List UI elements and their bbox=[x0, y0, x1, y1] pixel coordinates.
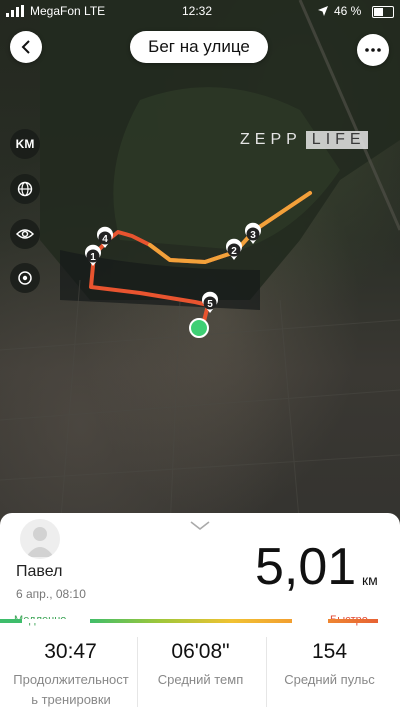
globe-icon bbox=[17, 181, 33, 197]
locate-button[interactable] bbox=[10, 263, 40, 293]
stat-avg-heart-rate-label: Средний пульс bbox=[284, 672, 375, 687]
locate-icon bbox=[18, 271, 32, 285]
collapse-chevron-icon[interactable] bbox=[190, 521, 210, 531]
watermark-life: LIFE bbox=[305, 131, 368, 149]
back-arrow-icon bbox=[21, 40, 30, 54]
stat-duration: 30:47 Продолжительность тренировки bbox=[4, 640, 137, 710]
stat-avg-pace-value: 06'08" bbox=[171, 640, 230, 663]
user-name: Павел bbox=[16, 563, 63, 580]
km-marker-3[interactable]: 3 bbox=[245, 222, 261, 244]
svg-text:1: 1 bbox=[90, 252, 96, 263]
user-silhouette-icon bbox=[26, 527, 54, 557]
pace-gradient-bar bbox=[0, 619, 400, 623]
more-dots-icon bbox=[365, 48, 381, 52]
zepp-life-watermark: ZEPP LIFE bbox=[240, 131, 368, 149]
start-point-marker bbox=[189, 318, 209, 338]
route-map[interactable]: 1 2 3 4 5 ZEPP LIFE KM bbox=[0, 0, 400, 530]
stat-duration-value: 30:47 bbox=[44, 640, 97, 663]
km-marker-5[interactable]: 5 bbox=[202, 291, 218, 313]
page-title: Бег на улице bbox=[148, 37, 250, 56]
svg-text:3: 3 bbox=[250, 230, 256, 241]
stat-avg-heart-rate-value: 154 bbox=[311, 640, 348, 663]
km-markers: 1 2 3 4 5 bbox=[85, 222, 261, 338]
km-marker-2[interactable]: 2 bbox=[226, 238, 242, 260]
status-bar: MegaFon LTE 12:32 46 % bbox=[0, 0, 400, 22]
stat-avg-pace: 06'08" Средний темп bbox=[134, 640, 267, 690]
km-marker-1[interactable]: 1 bbox=[85, 244, 101, 266]
svg-text:2: 2 bbox=[231, 246, 237, 257]
watermark-zepp: ZEPP bbox=[240, 131, 302, 148]
distance-value: 5,01 bbox=[255, 538, 357, 596]
avatar[interactable] bbox=[20, 519, 60, 559]
eye-icon bbox=[16, 229, 34, 239]
stat-avg-pace-label: Средний темп bbox=[157, 672, 244, 687]
clock: 12:32 bbox=[182, 4, 213, 18]
map-layer-button[interactable] bbox=[10, 174, 40, 204]
workout-type-title: Бег на улице bbox=[130, 31, 268, 63]
stat-duration-label: Продолжительность тренировки bbox=[13, 672, 129, 707]
carrier-label: MegaFon LTE bbox=[30, 4, 106, 18]
distance-unit: км bbox=[362, 572, 378, 588]
visibility-button[interactable] bbox=[10, 219, 40, 249]
svg-text:5: 5 bbox=[207, 299, 213, 310]
stat-avg-heart-rate: 154 Средний пульс bbox=[263, 640, 396, 690]
unit-toggle-button[interactable]: KM bbox=[10, 129, 40, 159]
back-button[interactable] bbox=[10, 31, 42, 63]
unit-toggle-label: KM bbox=[15, 137, 35, 151]
svg-text:4: 4 bbox=[102, 234, 108, 245]
location-arrow-icon bbox=[318, 6, 328, 16]
battery-percent: 46 % bbox=[334, 4, 362, 18]
km-marker-4[interactable]: 4 bbox=[96, 226, 113, 248]
workout-date: 6 апр., 08:10 bbox=[16, 587, 86, 601]
signal-icon bbox=[6, 5, 24, 17]
battery-icon bbox=[372, 6, 394, 18]
more-button[interactable] bbox=[357, 34, 389, 66]
summary-panel: Павел 6 апр., 08:10 5,01 км Медленно Быс… bbox=[0, 513, 400, 711]
